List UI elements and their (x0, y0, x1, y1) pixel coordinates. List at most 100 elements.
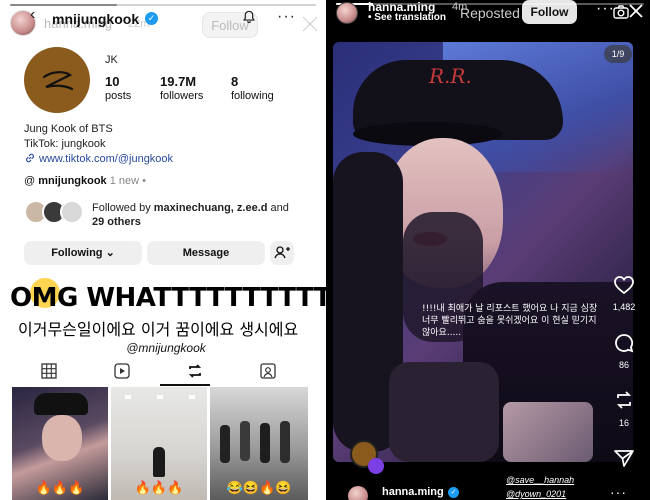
translate-icon: • (368, 12, 372, 23)
threads-icon: @ (24, 175, 36, 187)
repost-count: 16 (618, 418, 629, 428)
threads-handle: mnijungkook (38, 175, 107, 187)
send-icon (614, 450, 634, 467)
more-options-icon[interactable]: ··· (610, 484, 627, 500)
link-icon (26, 153, 34, 163)
following-button[interactable]: Following ⌄ (24, 241, 142, 265)
posts-grid: 🔥🔥🔥 🔥🔥🔥 😂😆🔥😆 (12, 387, 308, 500)
message-button[interactable]: Message (147, 241, 265, 265)
grid-post[interactable]: 🔥🔥🔥 (12, 387, 108, 500)
profile-display-name: JK (105, 54, 118, 66)
tagged-tab-icon[interactable] (259, 362, 277, 380)
back-arrow-icon[interactable]: ‹ (30, 6, 35, 24)
ceiling-light (157, 395, 163, 399)
mention-sticker[interactable]: @mnijungkook (118, 339, 214, 357)
screen: hanna.ming 22m ‹ mnijungkook ✓ Follow ··… (0, 0, 650, 500)
post-author-username[interactable]: hanna.ming (382, 486, 444, 498)
comment-action[interactable]: 86 (609, 333, 639, 370)
following-button-label: Following (51, 247, 103, 259)
story-author-avatar[interactable] (336, 2, 358, 24)
add-user-button[interactable] (270, 241, 294, 265)
follower-avatar (60, 200, 84, 224)
followed-by-prefix: Followed by (92, 202, 151, 214)
dancer-shape (153, 447, 165, 477)
see-translation-label: See translation (374, 12, 446, 23)
post-emoji-caption: 🔥🔥🔥 (134, 480, 184, 495)
close-icon[interactable] (628, 3, 644, 19)
threads-new: 1 new (109, 175, 140, 187)
more-options-icon[interactable]: ··· (277, 8, 296, 26)
profile-tabs (0, 356, 326, 386)
reposted-label: Reposted (460, 5, 520, 21)
post-author-avatar[interactable] (348, 486, 368, 500)
right-story-panel: hanna.ming 4m • See translation Reposted… (330, 0, 650, 500)
story-photo[interactable]: R.R. (333, 42, 633, 462)
like-action[interactable]: 1,482 (609, 275, 639, 312)
dancer-shape (220, 425, 230, 463)
threads-badge[interactable]: @ mnijungkook 1 new • (24, 175, 146, 187)
story-korean-text: 이거무슨일이에요 이거 꿈이에요 생시에요 (18, 320, 299, 339)
tag-sticker[interactable]: @save__hannah (506, 475, 574, 485)
comment-count: 86 (618, 360, 629, 370)
story-progress-bar (10, 4, 316, 6)
followed-by-names: maxinechuang, z.ee.d (153, 202, 268, 214)
add-person-icon (274, 246, 290, 259)
glitter-bag-shape (503, 402, 593, 462)
bell-icon[interactable] (242, 10, 256, 24)
ceiling-light (125, 395, 131, 399)
verified-badge-icon: ✓ (448, 487, 459, 498)
profile-avatar[interactable] (24, 47, 90, 113)
tag-sticker[interactable]: @dyown_0201 (506, 489, 566, 499)
dancer-shape (240, 421, 250, 461)
followed-by-others: 29 others (92, 216, 141, 228)
post-emoji-caption: 😂😆🔥😆 (226, 480, 292, 495)
jk-logo-icon (42, 71, 74, 91)
ceiling-light (189, 395, 195, 399)
grid-tab-icon[interactable] (40, 362, 58, 380)
following-count: 8 (231, 74, 239, 89)
profile-link[interactable]: www.tiktok.com/@jungkook (24, 152, 173, 165)
like-count: 1,482 (612, 302, 636, 312)
bio-line: TikTok: jungkook (24, 138, 106, 150)
following-stat[interactable]: 8 following (231, 74, 274, 102)
dancer-shape (280, 421, 290, 463)
story-caption: !!!!내 최애가 날 리포스트 했어요 나 지금 심장 너무 빨리뛰고 숨을 … (422, 304, 598, 338)
bio-line: Jung Kook of BTS (24, 123, 113, 135)
repost-action[interactable]: 16 (609, 389, 639, 428)
posts-count: 10 (105, 74, 120, 89)
share-action[interactable] (609, 448, 639, 473)
followed-by-text: Followed by maxinechuang, z.ee.d and 29 … (92, 201, 322, 229)
dancer-shape (260, 423, 270, 463)
comment-icon (615, 334, 634, 353)
grid-post[interactable]: 🔥🔥🔥 (111, 387, 207, 500)
posts-label: posts (105, 90, 132, 102)
followers-stat[interactable]: 19.7M followers (160, 74, 203, 102)
repost-icon (616, 391, 632, 409)
profile-bio: Jung Kook of BTS TikTok: jungkook (24, 122, 113, 152)
story-headline-text: OMG WHATTTTTTTTTT (10, 283, 326, 313)
slide-counter: 1/9 (604, 45, 632, 63)
hat-shape (34, 393, 88, 415)
left-story-panel: hanna.ming 22m ‹ mnijungkook ✓ Follow ··… (0, 0, 326, 500)
post-emoji-caption: 🔥🔥🔥 (35, 480, 85, 495)
follow-button[interactable]: Follow (522, 0, 577, 24)
active-tab-indicator (160, 384, 210, 386)
close-icon[interactable] (300, 14, 320, 34)
repost-badge-icon (368, 458, 384, 474)
grid-post[interactable]: 😂😆🔥😆 (210, 387, 308, 500)
followers-label: followers (160, 90, 204, 102)
see-translation-link[interactable]: • See translation (368, 12, 446, 23)
reels-tab-icon[interactable] (113, 362, 131, 380)
followed-by-and: and (270, 202, 289, 214)
verified-badge-icon: ✓ (145, 12, 158, 25)
heart-icon (614, 276, 634, 295)
hat-embroidery-text: R.R. (429, 64, 472, 88)
posts-stat[interactable]: 10 posts (105, 74, 131, 102)
following-label: following (231, 90, 274, 102)
chevron-down-icon: ⌄ (105, 247, 115, 259)
reposts-tab-icon[interactable] (186, 362, 204, 380)
hand-shape (389, 362, 499, 462)
profile-username: mnijungkook (52, 11, 140, 27)
followers-count: 19.7M (160, 74, 197, 89)
profile-link-text[interactable]: www.tiktok.com/@jungkook (39, 153, 173, 165)
